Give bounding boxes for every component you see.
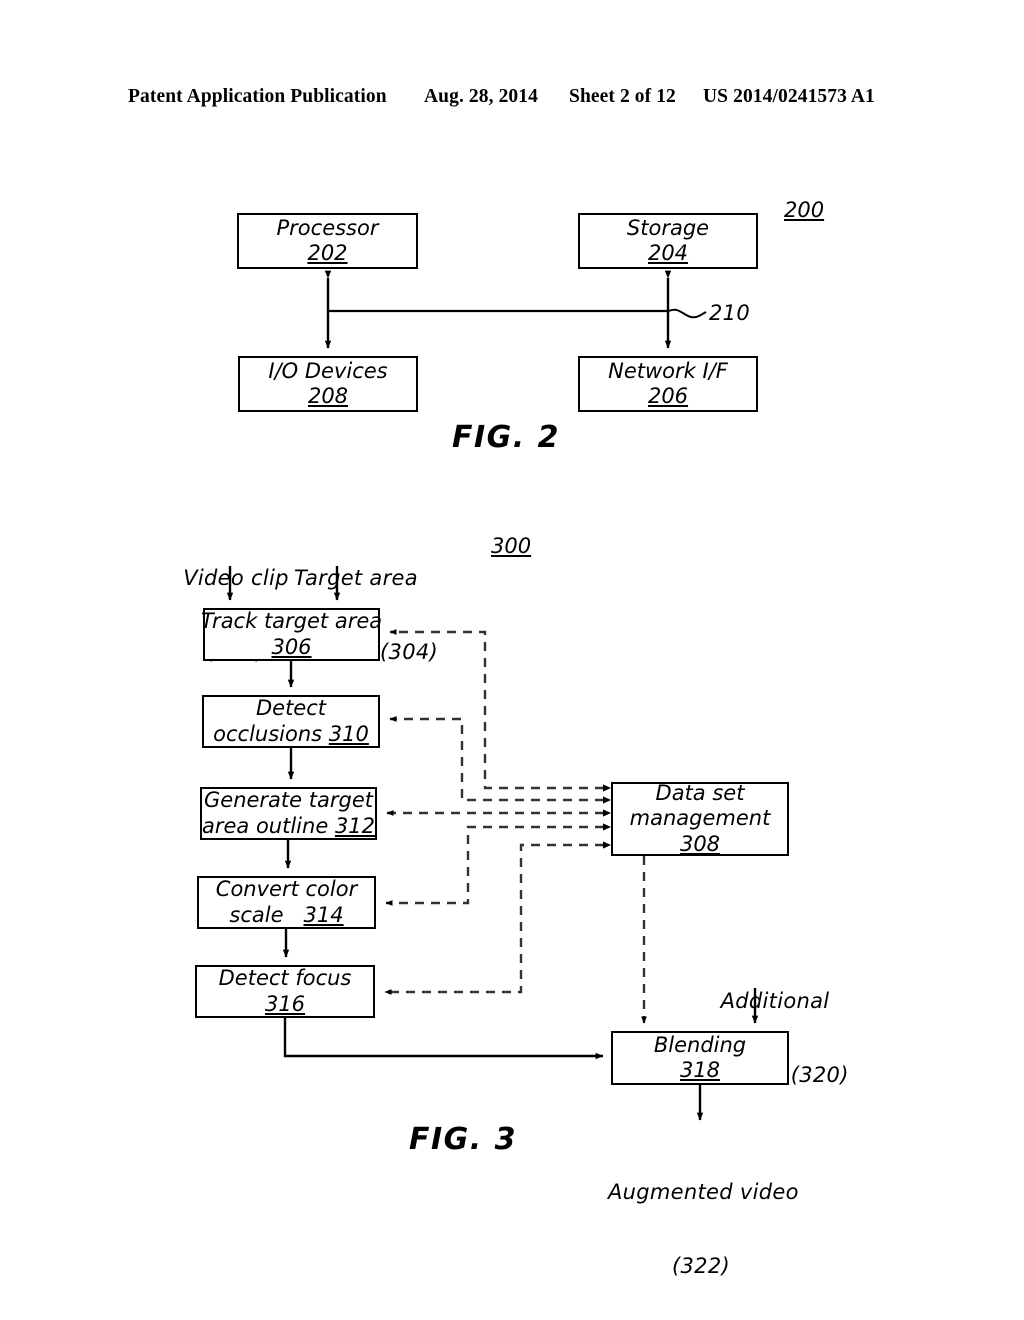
box-convert-color-scale-line1: Convert color [215, 877, 358, 902]
box-processor-title: Processor [276, 215, 379, 240]
input-target-area-selection-line1: Target area [294, 565, 418, 590]
box-generate-target-area-outline-ref: 312 [334, 813, 376, 838]
box-track-target-area-title: Track target area [200, 609, 383, 634]
box-detect-occlusions-ref: 310 [328, 721, 369, 746]
figure2-system-reference: 200 [784, 198, 825, 222]
box-processor-ref: 202 [307, 241, 348, 265]
dashed-dataset-to-detect-occlusions [389, 716, 604, 802]
box-data-set-management-line1: Data set [655, 781, 745, 806]
header-sheet-label: Sheet 2 of 12 [569, 86, 676, 107]
box-detect-focus-ref: 316 [264, 991, 306, 1016]
arrow-focus-to-blending [283, 1018, 604, 1060]
input-additional-content-line1: Additional [720, 988, 830, 1013]
dataset-inbound-arrowheads [603, 784, 611, 849]
output-augmented-video: Augmented video (322) [608, 1130, 799, 1320]
box-detect-occlusions: Detect occlusions 310 [202, 695, 380, 748]
box-convert-color-scale: Convert color scale 314 [197, 876, 376, 929]
box-convert-color-scale-ref: 314 [303, 902, 344, 927]
box-generate-target-area-outline-line1: Generate target [204, 788, 373, 813]
input-video-clip-line1: Video clip [183, 565, 289, 590]
box-storage-title: Storage [626, 215, 710, 240]
dashed-dataset-to-convert-color-scale [385, 825, 604, 906]
figure2-bus-reference: 210 [709, 301, 750, 325]
patent-page: Patent Application Publication Aug. 28, … [0, 0, 1024, 1320]
box-network-interface-ref: 206 [647, 384, 689, 408]
box-processor: Processor 202 [237, 213, 418, 269]
box-io-devices-ref: 208 [307, 384, 349, 408]
box-storage-ref: 204 [647, 241, 689, 265]
box-blending-ref: 318 [679, 1058, 721, 1082]
figure3-system-reference: 300 [491, 534, 532, 558]
box-blending-title: Blending [653, 1032, 747, 1057]
box-network-interface-title: Network I/F [608, 358, 728, 383]
box-detect-focus: Detect focus 316 [195, 965, 375, 1018]
box-detect-focus-title: Detect focus [218, 966, 352, 991]
box-blending: Blending 318 [611, 1031, 789, 1085]
box-io-devices-title: I/O Devices [268, 358, 388, 383]
header-date-label: Aug. 28, 2014 [424, 86, 538, 107]
box-data-set-management-line2: management [629, 806, 771, 831]
box-network-interface: Network I/F 206 [578, 356, 758, 412]
box-storage: Storage 204 [578, 213, 758, 269]
output-augmented-video-line2: (322) [672, 1253, 730, 1278]
figure2-caption: FIG. 2 [452, 420, 560, 455]
box-data-set-management-ref: 308 [679, 831, 721, 856]
box-detect-occlusions-line2: occlusions 310 [213, 721, 369, 746]
box-track-target-area: Track target area 306 [200, 608, 383, 661]
box-data-set-management: Data set management 308 [611, 781, 789, 856]
figure3-caption: FIG. 3 [409, 1122, 517, 1157]
output-augmented-video-line1: Augmented video [608, 1179, 799, 1204]
box-generate-target-area-outline: Generate target area outline 312 [200, 787, 377, 840]
dashed-dataset-to-detect-focus [384, 843, 604, 995]
box-io-devices: I/O Devices 208 [238, 356, 418, 412]
bus-leader-line [668, 308, 707, 319]
header-publication-label: Patent Application Publication [128, 86, 387, 107]
box-detect-occlusions-line1: Detect [255, 696, 327, 721]
box-generate-target-area-outline-line2: area outline 312 [201, 813, 376, 838]
header-patent-number: US 2014/0241573 A1 [703, 86, 875, 107]
box-track-target-area-ref: 306 [271, 634, 312, 659]
page-header: Patent Application Publication Aug. 28, … [0, 86, 1024, 120]
box-convert-color-scale-line2: scale 314 [229, 902, 344, 927]
